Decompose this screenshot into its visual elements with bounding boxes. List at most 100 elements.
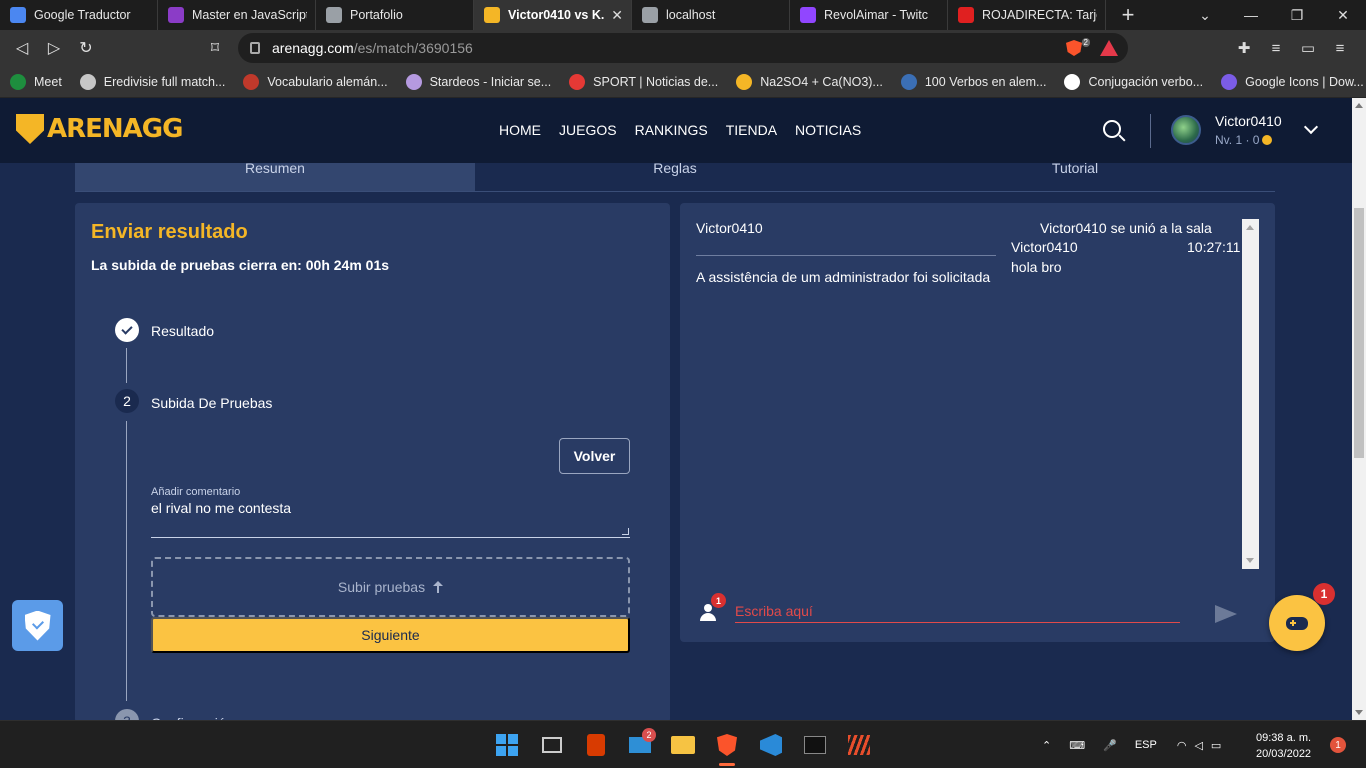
close-tab-icon[interactable]: ✕ [611,7,623,24]
bookmark-item[interactable]: SPORT | Noticias de... [569,73,718,90]
browser-tab[interactable]: RevolAimar - Twitc [790,0,948,30]
shield-count: 2 [1081,38,1090,47]
file-explorer-icon[interactable] [671,733,695,757]
countdown: La subida de pruebas cierra en: 00h 24m … [91,257,390,273]
bookmark-list: Meet Eredivisie full match... Vocabulario … [10,73,1366,90]
bookmark-item[interactable]: Meet [10,73,62,90]
card-title: Enviar resultado [91,221,248,243]
maximize-button[interactable]: ❐ [1274,0,1320,30]
nav-rankings[interactable]: RANKINGS [635,122,708,138]
chevron-down-icon[interactable] [1303,119,1319,135]
nav-noticias[interactable]: NOTICIAS [795,122,861,138]
chat-scrollbar[interactable] [1242,219,1259,569]
page-scrollbar[interactable] [1352,98,1366,720]
active-app-indicator [719,763,735,766]
tab-title: Portafolio [350,8,403,22]
tab-resumen[interactable]: Resumen [75,161,475,191]
playlist-icon[interactable]: ≡ [1260,40,1292,57]
minimize-button[interactable]: — [1228,0,1274,30]
bookmark-item[interactable]: Vocabulario alemán... [243,73,388,90]
tab-title: Google Traductor [34,8,131,22]
tab-reglas[interactable]: Reglas [475,161,875,191]
back-button[interactable]: Volver [559,438,630,474]
volume-icon[interactable]: ◁ [1194,739,1202,752]
forward-icon[interactable]: ▷ [38,32,70,64]
arenagg-logo[interactable]: ARENAGG [16,114,183,144]
bookmark-item[interactable]: Na2SO4 + Ca(NO3)... [736,73,883,90]
new-tab-button[interactable]: + [1106,0,1150,30]
scroll-down-icon[interactable] [1246,558,1254,563]
message-user: Victor0410 [1011,239,1078,255]
vscode-icon[interactable] [759,733,783,757]
tab-tutorial[interactable]: Tutorial [875,161,1275,191]
start-icon[interactable] [495,733,519,757]
logo-text: ARENAGG [47,114,183,144]
comment-label: Añadir comentario [151,486,241,498]
scroll-up-icon[interactable] [1246,225,1254,230]
bookmark-item[interactable]: 100 Verbos en alem... [900,73,1046,90]
search-icon[interactable] [1103,120,1121,138]
resize-handle-icon[interactable] [622,528,629,535]
tab-search-icon[interactable]: ⌄ [1182,0,1228,30]
send-icon[interactable] [1215,605,1237,623]
extensions-icon[interactable]: ✚ [1228,39,1260,57]
bookmark-item[interactable]: Eredivisie full match... [79,73,226,90]
menu-icon[interactable]: ≡ [1324,40,1356,57]
bookmark-item[interactable]: Conjugación verbo... [1064,73,1203,90]
close-window-button[interactable]: ✕ [1320,0,1366,30]
user-name[interactable]: Victor0410 [1215,113,1282,129]
browser-tab[interactable]: Google Traductor [0,0,158,30]
browser-tab[interactable]: Master en JavaScript: A [158,0,316,30]
brave-shield-icon[interactable] [1066,40,1082,56]
chat-input[interactable]: Escriba aquí [735,603,1180,623]
bookmark-item[interactable]: Stardeos - Iniciar se... [405,73,551,90]
upload-label: Subir pruebas [337,579,426,595]
gamepad-fab-button[interactable] [1269,595,1325,651]
upload-evidence-dropzone[interactable]: Subir pruebas [151,557,630,617]
browser-tab[interactable]: localhost [632,0,790,30]
chat-messages[interactable]: Victor0410 A assistência de um administr… [696,219,1242,569]
chat-placeholder: Escriba aquí [735,603,813,619]
bookmark-favicon-icon [1221,73,1238,90]
chevron-up-icon[interactable]: ⌃ [1042,739,1051,752]
browser-tab[interactable]: ROJADIRECTA: Tarjeta [948,0,1106,30]
comment-field[interactable]: el rival no me contesta [151,500,630,538]
avatar[interactable] [1171,115,1201,145]
keyboard-icon[interactable]: ⌨ [1069,739,1085,752]
security-shield-icon[interactable] [12,600,63,651]
brave-icon[interactable] [715,733,739,757]
browser-tab[interactable]: Victor0410 vs K.Me ✕ [474,0,632,30]
scrollbar-thumb[interactable] [1354,208,1364,458]
back-icon[interactable]: ◁ [6,32,38,64]
nav-juegos[interactable]: JUEGOS [559,122,617,138]
tab-title: localhost [666,8,716,22]
browser-toolbar: ◁ ▷ ↻ ⌑ arenagg.com/es/match/3690156 2 ✚… [0,30,1366,66]
bookmark-item[interactable]: Google Icons | Dow... [1221,73,1364,90]
battery-icon[interactable]: ▭ [1211,739,1221,752]
task-view-icon[interactable] [540,733,564,757]
wifi-icon[interactable]: ◠ [1177,739,1187,752]
app-icon[interactable] [847,733,871,757]
browser-tab[interactable]: Portafolio [316,0,474,30]
brave-rewards-icon[interactable] [1100,40,1118,56]
next-button[interactable]: Siguiente [151,617,630,653]
address-bar[interactable]: arenagg.com/es/match/3690156 2 [238,33,1128,63]
scroll-down-icon[interactable] [1355,710,1363,715]
microphone-icon[interactable]: 🎤 [1103,739,1117,752]
bookmark-favicon-icon [405,73,422,90]
notifications-badge[interactable]: 1 [1330,737,1346,753]
header-divider [1150,114,1151,148]
reload-icon[interactable]: ↻ [70,32,102,64]
wallet-icon[interactable]: ▭ [1292,39,1324,57]
site-header: ARENAGG HOME JUEGOS RANKINGS TIENDA NOTI… [0,98,1352,163]
language-indicator[interactable]: ESP [1135,739,1157,751]
bookmark-label: Meet [34,74,62,89]
nav-home[interactable]: HOME [499,122,541,138]
office-icon[interactable] [584,733,608,757]
terminal-icon[interactable] [803,733,827,757]
bookmark-label: Eredivisie full match... [103,74,226,89]
clock[interactable]: 09:38 a. m. 20/03/2022 [1256,730,1311,762]
nav-tienda[interactable]: TIENDA [726,122,777,138]
bookmark-icon[interactable]: ⌑ [199,32,231,64]
scroll-up-icon[interactable] [1355,103,1363,108]
